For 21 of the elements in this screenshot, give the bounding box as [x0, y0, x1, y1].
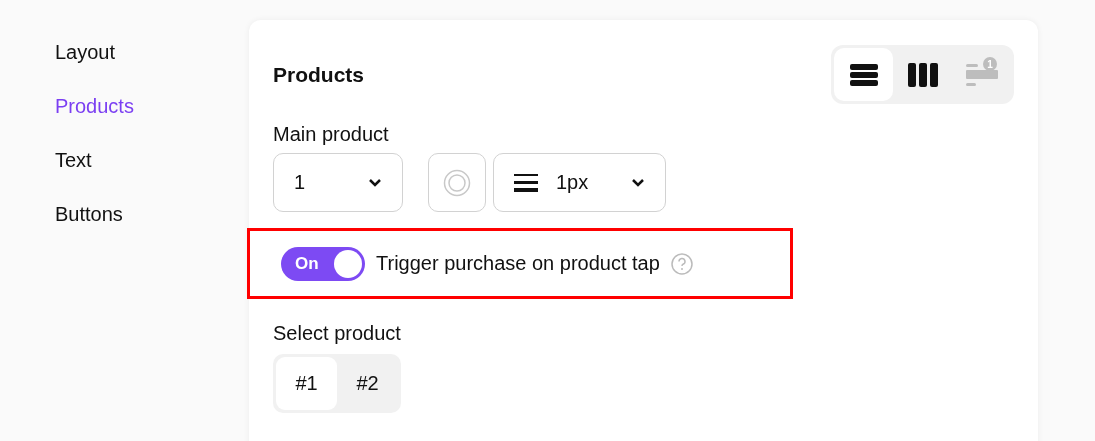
sidebar-item[interactable]: Layout	[55, 40, 249, 64]
line-weight-icon	[514, 173, 538, 192]
columns-icon	[907, 62, 938, 87]
chevron-down-icon	[368, 178, 382, 187]
toggle-label: Trigger purchase on product tap	[376, 252, 660, 275]
count-badge: 1	[983, 57, 997, 71]
panel-title: Products	[273, 62, 364, 87]
rows-icon	[849, 63, 878, 86]
border-dropdown[interactable]: 1px	[493, 153, 666, 212]
sidebar-item[interactable]: Text	[55, 148, 249, 172]
product-option[interactable]: #1	[276, 357, 337, 410]
sidebar-item[interactable]: Products	[55, 94, 249, 118]
count-dropdown[interactable]: 1	[273, 153, 403, 212]
toggle-switch[interactable]: On	[281, 246, 365, 281]
layout-option[interactable]	[834, 48, 893, 101]
field-label: Select product	[273, 321, 402, 345]
field-label: Main product	[273, 122, 390, 146]
chevron-down-icon	[631, 178, 645, 187]
circle-icon	[443, 168, 471, 197]
sidebar-item[interactable]: Buttons	[55, 202, 249, 226]
product-option[interactable]: #2	[337, 357, 398, 410]
